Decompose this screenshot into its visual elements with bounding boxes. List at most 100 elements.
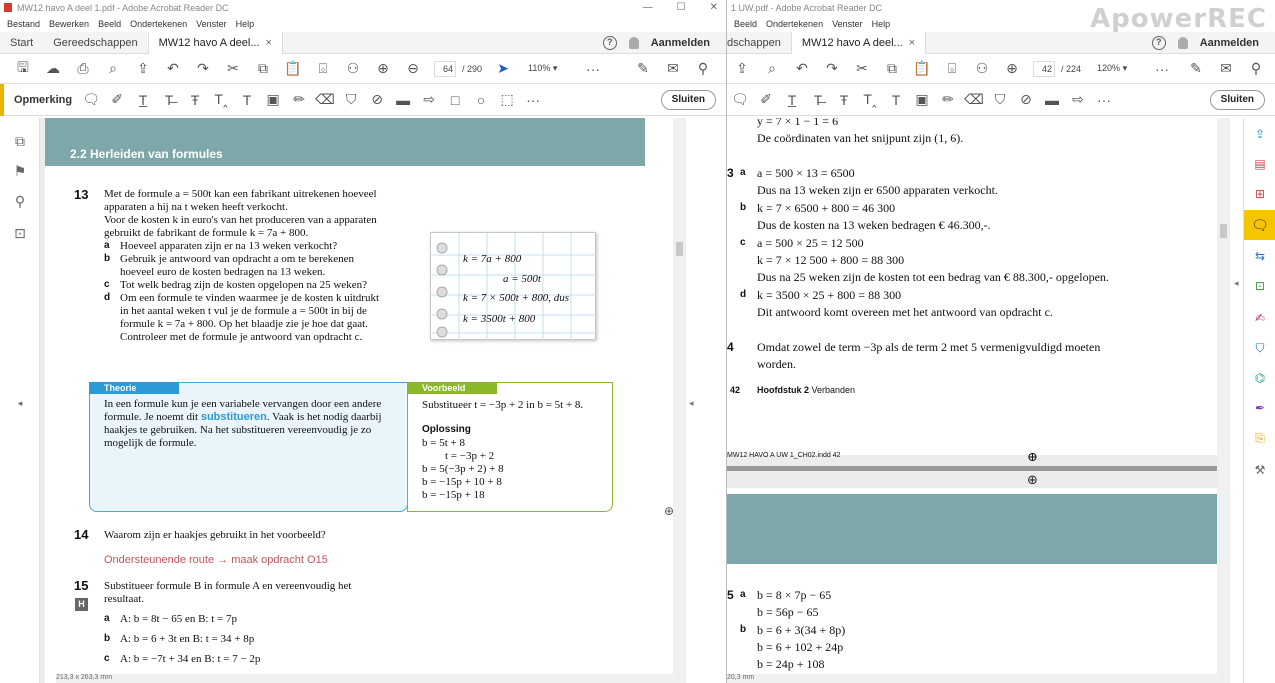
menu-view[interactable]: Beeld — [98, 19, 121, 29]
help-icon[interactable]: ? — [602, 36, 617, 50]
pencil-icon[interactable]: ✏ — [935, 88, 961, 112]
insert-text-icon[interactable]: T‸ — [208, 88, 234, 112]
document-area-right[interactable]: y = 7 × 1 − 1 = 6 De coördinaten van het… — [727, 118, 1230, 683]
menu-edit[interactable]: Bewerken — [49, 19, 89, 29]
scan-ocr-icon[interactable]: ⌬ — [1252, 370, 1268, 386]
add-user-icon[interactable]: ⚲ — [688, 57, 718, 81]
email-icon[interactable]: ✉ — [658, 57, 688, 81]
panel-toggle-icon[interactable]: ◂ — [1234, 278, 1239, 289]
add-user-icon[interactable]: ⚲ — [1241, 57, 1271, 81]
sign-in-button[interactable]: Aanmelden — [1200, 37, 1259, 49]
page-number-input[interactable]: 64 — [434, 60, 456, 77]
create-pdf-icon[interactable]: ⊞ — [1252, 186, 1268, 202]
page-down-icon[interactable]: ⊖ — [398, 57, 428, 81]
upload-cloud-icon[interactable]: ☁ — [38, 57, 68, 81]
cut-icon[interactable]: ✂ — [847, 57, 877, 81]
highlight-icon[interactable]: ✐ — [104, 88, 130, 112]
stamp-icon[interactable]: ⛉ — [987, 88, 1013, 112]
protect-shield-icon[interactable]: ⛉ — [1252, 340, 1268, 356]
save-icon[interactable]: 🖫 — [8, 57, 38, 81]
page-number-input[interactable]: 42 — [1033, 60, 1055, 77]
menu-window[interactable]: Venster — [832, 19, 863, 29]
attach-icon[interactable]: ⊘ — [364, 88, 390, 112]
redo-icon[interactable]: ↷ — [188, 57, 218, 81]
notification-bell-icon[interactable] — [1177, 37, 1188, 49]
more-tools-icon[interactable]: ··· — [1147, 57, 1177, 81]
strikethrough-icon[interactable]: T̶ — [156, 88, 182, 112]
undo-icon[interactable]: ↶ — [158, 57, 188, 81]
eraser-icon[interactable]: ⌫ — [312, 88, 338, 112]
more-tools-icon[interactable]: ··· — [578, 57, 608, 81]
edit-pdf-icon[interactable]: ⊡ — [1252, 278, 1268, 294]
redo-icon[interactable]: ↷ — [817, 57, 847, 81]
replace-text-icon[interactable]: Ŧ — [182, 88, 208, 112]
document-area-left[interactable]: 2.2 Herleiden van formules 13 Met de for… — [40, 118, 686, 683]
paste-icon[interactable]: 📋 — [278, 57, 308, 81]
rectangle-icon[interactable]: □ — [442, 88, 468, 112]
snapshot-icon[interactable]: ⌺ — [937, 57, 967, 81]
sign-in-button[interactable]: Aanmelden — [651, 37, 710, 49]
tab-document[interactable]: MW12 havo A deel... × — [790, 31, 927, 54]
underline-text-icon[interactable]: T̲ — [130, 88, 156, 112]
panel-toggle-icon[interactable]: ◂ — [689, 398, 694, 409]
tab-tools[interactable]: Gereedschappen — [43, 32, 147, 54]
combine-files-icon[interactable]: ⇆ — [1252, 248, 1268, 264]
underline-text-icon[interactable]: T̲ — [779, 88, 805, 112]
line-icon[interactable]: ▬ — [1039, 88, 1065, 112]
menu-view[interactable]: Beeld — [734, 19, 757, 29]
export-icon[interactable]: ⇪ — [128, 57, 158, 81]
page-up-icon[interactable]: ⊕ — [368, 57, 398, 81]
more-tools-wrench-icon[interactable]: ⚒ — [1252, 462, 1268, 478]
eraser-icon[interactable]: ⌫ — [961, 88, 987, 112]
maximize-icon[interactable]: ☐ — [677, 2, 686, 13]
stamp-icon[interactable]: ⛉ — [338, 88, 364, 112]
menu-help[interactable]: Help — [872, 19, 891, 29]
vertical-scrollbar[interactable] — [1217, 118, 1230, 683]
scroll-thumb[interactable] — [1220, 224, 1227, 238]
replace-text-icon[interactable]: Ŧ — [831, 88, 857, 112]
sticky-note-icon[interactable]: 🗨 — [78, 88, 104, 112]
highlight-icon[interactable]: ✐ — [753, 88, 779, 112]
zoom-select[interactable]: 120% ▾ — [1097, 63, 1137, 74]
tab-start[interactable]: Start — [0, 32, 43, 54]
page-up-icon[interactable]: ⊕ — [997, 57, 1027, 81]
find-binoculars-icon[interactable]: ⚇ — [338, 57, 368, 81]
paste-icon[interactable]: 📋 — [907, 57, 937, 81]
copy-icon[interactable]: ⧉ — [877, 57, 907, 81]
request-signatures-icon[interactable]: ✒ — [1252, 400, 1268, 416]
copy-icon[interactable]: ⧉ — [248, 57, 278, 81]
zoom-select[interactable]: 110% ▾ — [528, 63, 568, 74]
undo-icon[interactable]: ↶ — [787, 57, 817, 81]
notification-bell-icon[interactable] — [628, 37, 639, 49]
fill-sign-icon[interactable]: ✍ — [1252, 310, 1268, 326]
security-lock-icon[interactable]: ⊡ — [13, 226, 27, 240]
link-sign-icon[interactable]: ✎ — [1181, 57, 1211, 81]
page-thumbnails-icon[interactable]: ⧉ — [13, 134, 27, 148]
tab-close-icon[interactable]: × — [266, 37, 272, 49]
sticky-note-icon[interactable]: 🗨 — [727, 88, 753, 112]
send-review-icon[interactable]: ⎘ — [1252, 430, 1268, 446]
menu-help[interactable]: Help — [236, 19, 255, 29]
text-box-icon[interactable]: ▣ — [909, 88, 935, 112]
export-pdf-icon[interactable]: ⇪ — [1252, 126, 1268, 142]
select-cursor-icon[interactable]: ➤ — [488, 57, 518, 81]
tab-tools[interactable]: dschappen — [727, 32, 791, 54]
snapshot-icon[interactable]: ⌺ — [308, 57, 338, 81]
more-comment-tools-icon[interactable]: ··· — [520, 88, 546, 112]
menu-file[interactable]: Bestand — [7, 19, 40, 29]
add-text-icon[interactable]: T — [883, 88, 909, 112]
organize-pages-icon[interactable]: ▤ — [1252, 156, 1268, 172]
export-icon[interactable]: ⇪ — [727, 57, 757, 81]
comment-tool-icon[interactable]: 🗨 — [1244, 210, 1275, 240]
strikethrough-icon[interactable]: T̶ — [805, 88, 831, 112]
cut-icon[interactable]: ✂ — [218, 57, 248, 81]
attachment-paperclip-icon[interactable]: ⚲ — [13, 194, 27, 208]
link-sign-icon[interactable]: ✎ — [628, 57, 658, 81]
bookmark-icon[interactable]: ⚑ — [13, 164, 27, 178]
support-route-link[interactable]: Ondersteunende route → maak opdracht O15 — [104, 554, 328, 566]
drawing-tools-icon[interactable]: ⬚ — [494, 88, 520, 112]
tab-document[interactable]: MW12 havo A deel... × — [147, 31, 283, 54]
arrow-icon[interactable]: ⇨ — [416, 88, 442, 112]
insert-text-icon[interactable]: T‸ — [857, 88, 883, 112]
rail-collapse-icon[interactable]: ◂ — [13, 396, 27, 410]
